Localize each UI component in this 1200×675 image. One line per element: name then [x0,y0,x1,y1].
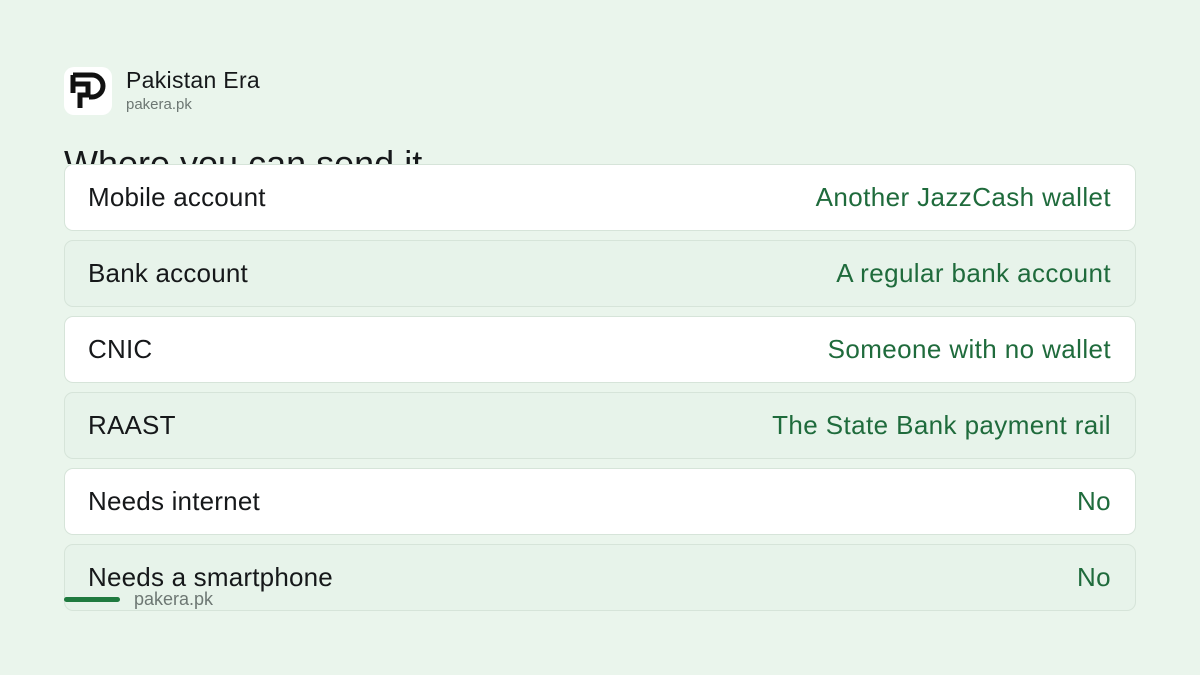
list-item-mobile-account: Mobile account Another JazzCash wallet [64,164,1136,231]
row-value: The State Bank payment rail [772,410,1111,440]
footer: pakera.pk [64,588,213,610]
row-value: A regular bank account [836,258,1111,288]
list-item-needs-internet: Needs internet No [64,468,1136,535]
row-value: Another JazzCash wallet [815,182,1111,212]
brand-domain: pakera.pk [126,96,192,113]
row-label: RAAST [88,410,176,440]
row-label: CNIC [88,334,153,364]
options-list: Mobile account Another JazzCash wallet B… [64,164,1136,620]
section-title: Where you can send it [64,143,423,164]
row-value: No [1076,562,1111,592]
footer-accent-bar [64,596,120,602]
row-label: Mobile account [88,182,266,212]
row-label: Needs internet [88,486,260,516]
row-value: Someone with no wallet [827,334,1111,364]
row-value: No [1076,486,1111,516]
pakera-logo-icon [64,66,112,115]
brand-name: Pakistan Era [126,67,260,93]
footer-domain: pakera.pk [134,589,214,609]
list-item-needs-smartphone: Needs a smartphone No [64,544,1136,611]
list-item-cnic: CNIC Someone with no wallet [64,316,1136,383]
brand-header: Pakistan Era pakera.pk [64,66,260,115]
row-label: Bank account [88,258,248,288]
list-item-raast: RAAST The State Bank payment rail [64,392,1136,459]
list-item-bank-account: Bank account A regular bank account [64,240,1136,307]
